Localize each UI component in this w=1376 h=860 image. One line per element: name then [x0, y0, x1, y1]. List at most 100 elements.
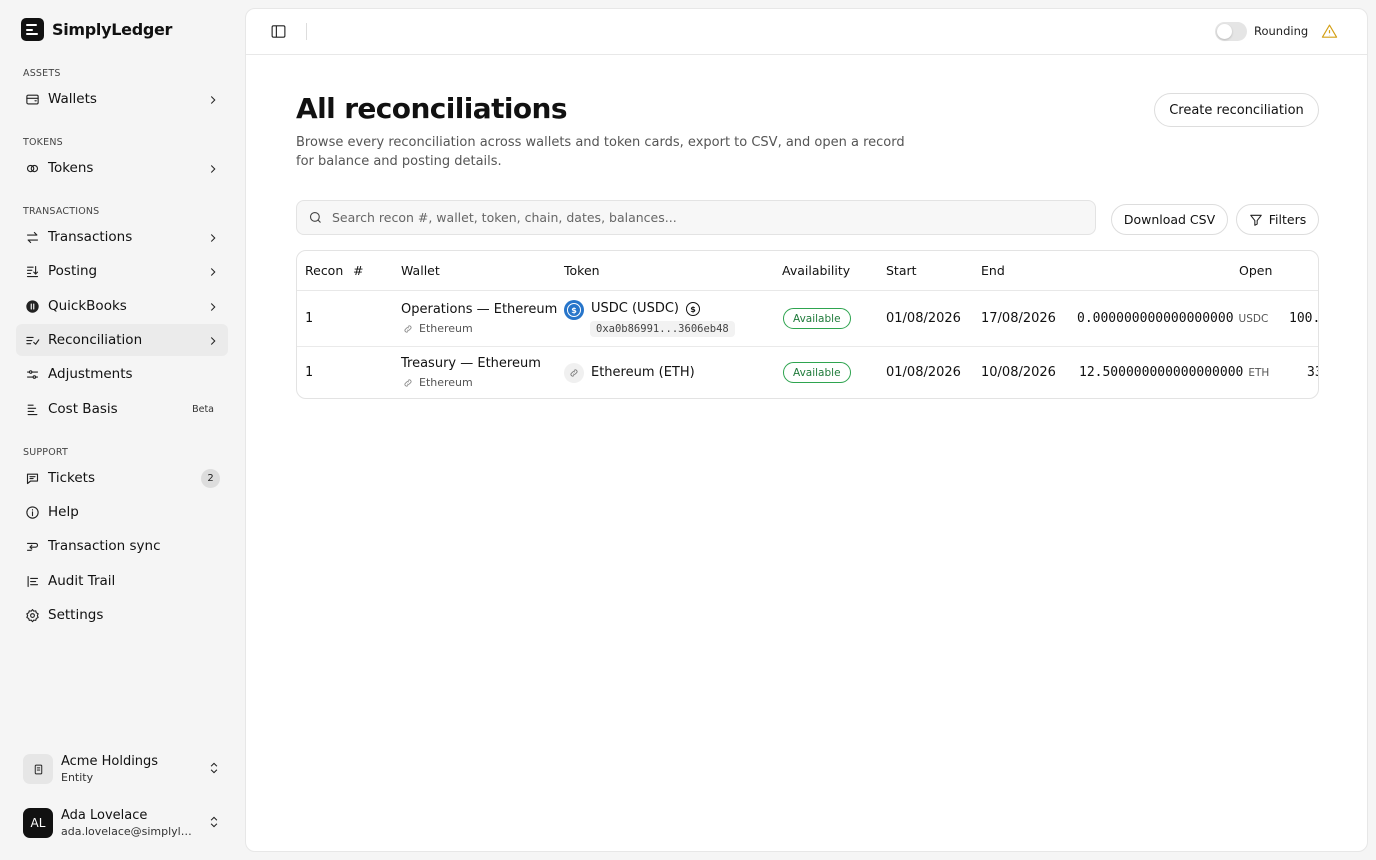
filter-icon: [1249, 214, 1262, 226]
sidebar-item-label: Reconciliation: [48, 332, 143, 348]
warning-icon[interactable]: [1321, 23, 1338, 40]
chevron-up-down-icon: [207, 814, 221, 833]
open-balance-unit: ETH: [1248, 367, 1270, 379]
link-icon: [404, 325, 412, 332]
transfer-icon: [24, 229, 40, 245]
info-icon: [24, 504, 40, 520]
sidebar-item-tickets[interactable]: Tickets 2: [16, 462, 228, 494]
entity-name: Acme Holdings: [61, 754, 159, 769]
table-row[interactable]: 1 Operations — Ethereum Ethereum $ USDC …: [297, 291, 1318, 346]
section-label-support: SUPPORT: [23, 447, 69, 458]
recon-number: 1: [305, 365, 313, 380]
rounding-label: Rounding: [1254, 24, 1309, 38]
building-icon: [23, 754, 53, 784]
beta-badge: Beta: [192, 403, 214, 415]
rounding-toggle[interactable]: [1215, 22, 1247, 41]
start-date: 01/08/2026: [886, 311, 961, 326]
tokens-icon: [24, 160, 40, 176]
brand[interactable]: SimplyLedger: [21, 18, 172, 41]
open-balance-unit: USDC: [1238, 313, 1269, 325]
create-reconciliation-button[interactable]: Create reconciliation: [1154, 93, 1319, 127]
sidebar-item-label: Settings: [48, 607, 104, 623]
brand-logo-icon: [21, 18, 44, 41]
wallet-name: Treasury — Ethereum: [401, 356, 541, 371]
token-address[interactable]: 0xa0b86991...3606eb48: [590, 321, 735, 337]
usdc-token-icon: $: [564, 300, 584, 320]
sidebar-item-settings[interactable]: Settings: [16, 599, 228, 631]
brand-name: SimplyLedger: [52, 20, 173, 39]
posting-icon: [24, 263, 40, 279]
sidebar-item-wallets[interactable]: Wallets: [16, 83, 228, 115]
sidebar-item-reconciliation[interactable]: Reconciliation: [16, 324, 228, 356]
user-name: Ada Lovelace: [61, 808, 148, 823]
chevron-right-icon: [206, 161, 220, 175]
entity-type: Entity: [61, 771, 94, 784]
sidebar-item-label: Transactions: [48, 229, 133, 245]
table-row[interactable]: 1 Treasury — Ethereum Ethereum Ethereum …: [297, 347, 1318, 398]
sidebar-item-tokens[interactable]: Tokens: [16, 152, 228, 184]
sidebar-item-quickbooks[interactable]: QuickBooks: [16, 290, 228, 322]
sidebar-item-label: Audit Trail: [48, 573, 116, 589]
section-label-tokens: TOKENS: [23, 137, 63, 148]
wallet-icon: [24, 91, 40, 107]
chain-label: Ethereum: [419, 322, 473, 335]
chevron-right-icon: [206, 264, 220, 278]
list-icon: [24, 573, 40, 589]
sidebar-item-label: Cost Basis: [48, 401, 118, 417]
sync-icon: [24, 538, 40, 554]
filters-label: Filters: [1268, 212, 1307, 227]
column-header-recon[interactable]: Recon: [305, 251, 343, 290]
column-header-token[interactable]: Token: [564, 251, 600, 290]
sidebar-item-label: Tickets: [48, 470, 95, 486]
message-icon: [24, 470, 40, 486]
sidebar-item-help[interactable]: Help: [16, 496, 228, 528]
entity-switcher[interactable]: Acme Holdings Entity: [16, 748, 228, 790]
next-balance: 33: [1307, 365, 1318, 380]
chain-label: Ethereum: [419, 376, 473, 389]
sidebar-item-adjustments[interactable]: Adjustments: [16, 358, 228, 390]
column-header-availability[interactable]: Availability: [782, 251, 850, 290]
sidebar-toggle-icon[interactable]: [270, 23, 287, 40]
section-label-transactions: TRANSACTIONS: [23, 206, 100, 217]
toolbar-divider: [306, 23, 307, 40]
status-badge: Available: [783, 362, 851, 383]
sidebar-item-transaction-sync[interactable]: Transaction sync: [16, 530, 228, 562]
page-description: Browse every reconciliation across walle…: [296, 135, 905, 169]
sidebar: SimplyLedger ASSETS Wallets TOKENS Token…: [0, 0, 244, 860]
user-email: ada.lovelace@simplyledger.com: [61, 825, 197, 838]
column-header-wallet[interactable]: Wallet: [401, 251, 440, 290]
user-menu[interactable]: AL Ada Lovelace ada.lovelace@simplyledge…: [16, 802, 228, 844]
recon-number: 1: [305, 311, 313, 326]
search-input[interactable]: [332, 210, 1084, 225]
top-bar: Rounding: [246, 9, 1367, 55]
open-balance-value: 12.500000000000000000: [1079, 365, 1244, 380]
search-bar[interactable]: [296, 200, 1096, 235]
column-header-open[interactable]: Open: [1239, 251, 1272, 290]
sidebar-item-posting[interactable]: Posting: [16, 255, 228, 287]
open-balance-value: 0.000000000000000000: [1077, 311, 1234, 326]
sidebar-item-transactions[interactable]: Transactions: [16, 221, 228, 253]
sidebar-item-cost-basis[interactable]: Cost Basis Beta: [16, 393, 228, 425]
token-name: USDC (USDC): [591, 301, 679, 316]
column-header-end[interactable]: End: [981, 251, 1005, 290]
sidebar-item-label: Tokens: [48, 160, 94, 176]
wallet-chain: Ethereum: [403, 376, 473, 389]
download-csv-button[interactable]: Download CSV: [1111, 204, 1228, 235]
page-title: All reconciliations: [296, 92, 567, 125]
sidebar-item-label: Posting: [48, 263, 98, 279]
next-balance: 100.: [1289, 311, 1319, 326]
open-balance: 0.000000000000000000 USDC: [1077, 311, 1268, 326]
quickbooks-icon: [24, 298, 40, 314]
link-token-icon: [564, 363, 584, 383]
filters-button[interactable]: Filters: [1236, 204, 1319, 235]
sliders-icon: [24, 366, 40, 382]
stablecoin-icon: $: [686, 302, 700, 316]
tickets-count-badge: 2: [201, 468, 220, 488]
column-header-number[interactable]: #: [353, 251, 363, 290]
reconciliations-table: Recon # Wallet Token Availability Start …: [296, 250, 1319, 399]
reconciliation-icon: [24, 332, 40, 348]
gear-icon: [24, 607, 40, 623]
sidebar-item-audit-trail[interactable]: Audit Trail: [16, 565, 228, 597]
column-header-start[interactable]: Start: [886, 251, 917, 290]
chevron-right-icon: [206, 230, 220, 244]
